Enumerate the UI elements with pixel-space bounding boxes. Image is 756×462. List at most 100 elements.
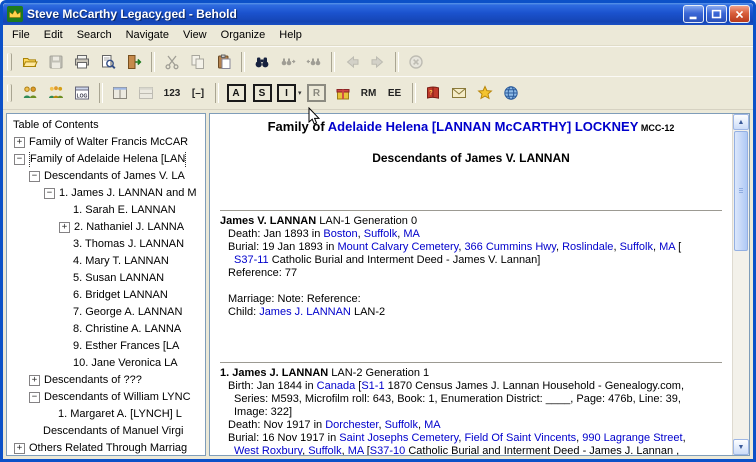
ee-button[interactable]: EE xyxy=(383,82,407,104)
content-link[interactable]: Field Of Saint Vincents xyxy=(464,432,576,444)
content-link[interactable]: Dorchester xyxy=(325,419,378,431)
tree-item-label[interactable]: 2. Nathaniel J. LANNA xyxy=(74,219,184,236)
menu-file[interactable]: File xyxy=(5,27,37,43)
help-button[interactable]: ? xyxy=(421,82,445,104)
tree-item[interactable]: 6. Bridget LANNAN xyxy=(7,287,205,304)
website-button[interactable] xyxy=(499,82,523,104)
save-button[interactable] xyxy=(44,51,68,73)
expand-toggle-minus[interactable]: − xyxy=(44,188,55,199)
tree-item[interactable]: Table of Contents xyxy=(7,117,205,134)
tree-item-label[interactable]: 3. Thomas J. LANNAN xyxy=(73,236,184,253)
content-link[interactable]: S37-11 xyxy=(234,254,269,266)
stop-button[interactable] xyxy=(404,51,428,73)
find-previous-button[interactable] xyxy=(302,51,326,73)
tree-item-label[interactable]: Descendants of James V. LA xyxy=(44,168,185,185)
tree-item-label[interactable]: Family of Walter Francis McCAR xyxy=(29,134,188,151)
print-preview-button[interactable] xyxy=(96,51,120,73)
tree-item-label[interactable]: 1. Sarah E. LANNAN xyxy=(73,202,176,219)
tree-item-label[interactable]: Family of Adelaide Helena [LAN xyxy=(29,151,187,168)
content-link[interactable]: MA xyxy=(424,419,441,431)
content-link[interactable]: S37-10 xyxy=(370,445,405,455)
paste-button[interactable] xyxy=(212,51,236,73)
tree-item[interactable]: 9. Esther Frances [LA xyxy=(7,338,205,355)
tree-item[interactable]: Descendants of Manuel Virgi xyxy=(7,423,205,440)
tree-item-label[interactable]: 1. Margaret A. [LYNCH] L xyxy=(58,406,182,423)
tree-item[interactable]: 4. Mary T. LANNAN xyxy=(7,253,205,270)
back-button[interactable] xyxy=(340,51,364,73)
content-link[interactable]: MA xyxy=(403,228,420,240)
tree-item[interactable]: + Others Related Through Marriag xyxy=(7,440,205,455)
toolbar-grip[interactable] xyxy=(7,52,12,71)
expand-toggle-minus[interactable]: − xyxy=(29,171,40,182)
find-next-button[interactable] xyxy=(276,51,300,73)
tree-item-label[interactable]: 9. Esther Frances [LA xyxy=(73,338,179,355)
content-link[interactable]: MA xyxy=(659,241,675,253)
numbering-button[interactable]: 123 xyxy=(160,82,184,104)
tree-item-label[interactable]: 6. Bridget LANNAN xyxy=(73,287,168,304)
tree-item-label[interactable]: Descendants of William LYNC xyxy=(44,389,191,406)
menu-search[interactable]: Search xyxy=(70,27,119,43)
print-button[interactable] xyxy=(70,51,94,73)
show-information-button[interactable]: I ▾ xyxy=(276,82,303,104)
tree-item[interactable]: −1. James J. LANNAN and M xyxy=(7,185,205,202)
menu-view[interactable]: View xyxy=(176,27,214,43)
tree-item[interactable]: 10. Jane Veronica LA xyxy=(7,355,205,372)
tree-item[interactable]: 8. Christine A. LANNA xyxy=(7,321,205,338)
rm-button[interactable]: RM xyxy=(357,82,381,104)
forward-button[interactable] xyxy=(366,51,390,73)
content-link[interactable]: Roslindale xyxy=(562,241,613,253)
tree-item[interactable]: + Family of Walter Francis McCAR xyxy=(7,134,205,151)
send-feedback-button[interactable] xyxy=(447,82,471,104)
show-sources-button[interactable]: S xyxy=(250,82,274,104)
tree-item-label[interactable]: Descendants of ??? xyxy=(44,372,142,389)
scroll-up-button[interactable]: ▲ xyxy=(733,114,749,130)
menu-organize[interactable]: Organize xyxy=(214,27,273,43)
expand-toggle-plus[interactable]: + xyxy=(59,222,70,233)
toolbar-grip[interactable] xyxy=(7,84,12,102)
tree-item[interactable]: 3. Thomas J. LANNAN xyxy=(7,236,205,253)
tree-item[interactable]: − Descendants of James V. LA xyxy=(7,168,205,185)
content-link[interactable]: Canada xyxy=(317,380,356,392)
tree-item-label[interactable]: 7. George A. LANNAN xyxy=(73,304,182,321)
minimize-button[interactable] xyxy=(683,5,704,23)
tree-item[interactable]: + Descendants of ??? xyxy=(7,372,205,389)
expand-toggle-plus[interactable]: + xyxy=(14,137,25,148)
tree-item[interactable]: 5. Susan LANNAN xyxy=(7,270,205,287)
content-link[interactable]: Boston xyxy=(323,228,357,240)
exit-button[interactable] xyxy=(122,51,146,73)
expand-toggle-plus[interactable]: + xyxy=(29,375,40,386)
tree-item[interactable]: − Family of Adelaide Helena [LAN xyxy=(7,151,205,168)
treasure-button[interactable] xyxy=(331,82,355,104)
content-link[interactable]: Suffolk xyxy=(364,228,397,240)
whats-new-button[interactable] xyxy=(473,82,497,104)
collapse-sections-button[interactable]: [–] xyxy=(186,82,210,104)
tree-item-label[interactable]: 8. Christine A. LANNA xyxy=(73,321,181,338)
expand-toggle-minus[interactable]: − xyxy=(14,154,25,165)
scrollbar-thumb[interactable] xyxy=(734,131,748,251)
tree-item-label[interactable]: 10. Jane Veronica LA xyxy=(73,355,178,372)
expand-toggle-plus[interactable]: + xyxy=(14,443,25,454)
content-link[interactable]: S1-1 xyxy=(361,380,384,392)
content-link[interactable]: Suffolk xyxy=(308,445,341,455)
tree-item-label[interactable]: Others Related Through Marriag xyxy=(29,440,187,455)
show-references-button[interactable]: R xyxy=(305,82,329,104)
tree-item-label[interactable]: Table of Contents xyxy=(13,117,99,134)
tree-item[interactable]: +2. Nathaniel J. LANNA xyxy=(7,219,205,236)
expand-toggle-minus[interactable]: − xyxy=(29,392,40,403)
find-button[interactable] xyxy=(250,51,274,73)
menu-navigate[interactable]: Navigate xyxy=(119,27,176,43)
tree-item[interactable]: − Descendants of William LYNC xyxy=(7,389,205,406)
families-button[interactable] xyxy=(44,82,68,104)
tree-item[interactable]: 7. George A. LANNAN xyxy=(7,304,205,321)
content-link[interactable]: 990 Lagrange Street xyxy=(582,432,682,444)
tree-item[interactable]: 1. Margaret A. [LYNCH] L xyxy=(7,406,205,423)
content-link[interactable]: West Roxbury xyxy=(234,445,302,455)
chevron-down-icon[interactable]: ▾ xyxy=(298,89,302,97)
tree-item-label[interactable]: 4. Mary T. LANNAN xyxy=(73,253,169,270)
copy-button[interactable] xyxy=(186,51,210,73)
tile-windows-button[interactable] xyxy=(134,82,158,104)
split-screen-button[interactable] xyxy=(108,82,132,104)
menu-help[interactable]: Help xyxy=(272,27,309,43)
content-link[interactable]: Adelaide Helena [LANNAN McCARTHY] LOCKNE… xyxy=(328,119,639,134)
autofit-button[interactable]: A xyxy=(224,82,248,104)
